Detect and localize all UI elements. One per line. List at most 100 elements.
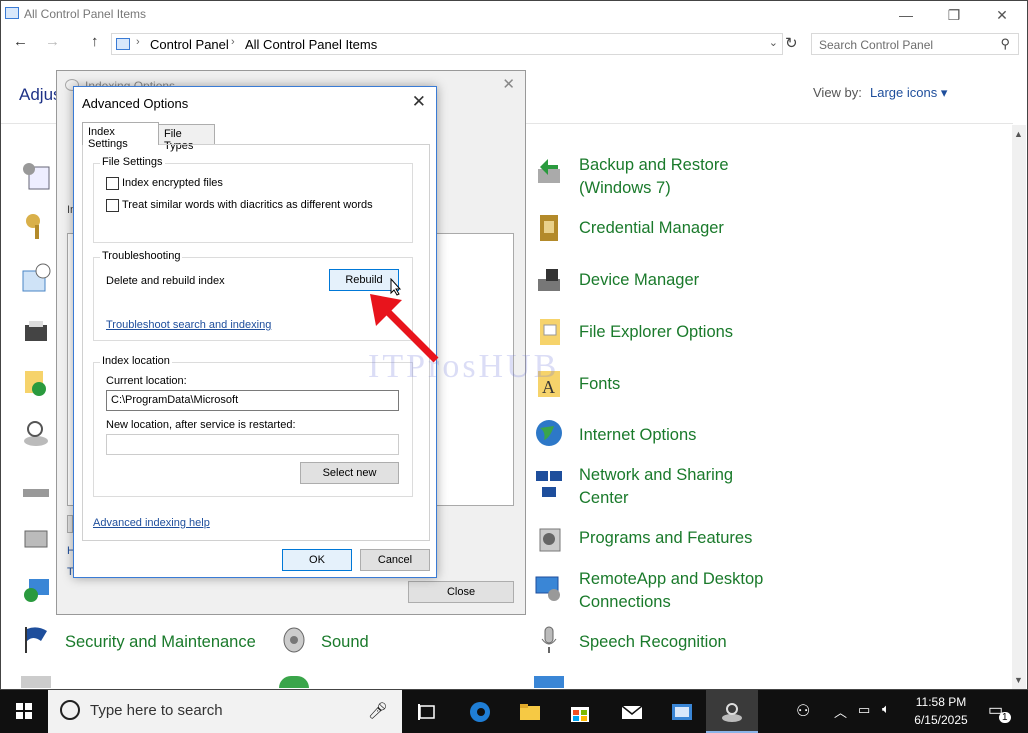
security-flag-icon[interactable] [21,625,51,655]
volume-icon[interactable]: 🔈︎ [882,701,890,717]
chevron-right-icon[interactable]: › [231,36,235,48]
close-icon[interactable]: ✕ [502,75,515,93]
up-icon[interactable]: ↑ [91,33,99,50]
microphone-icon[interactable]: 🎤︎ [368,701,388,721]
window-title: All Control Panel Items [24,7,147,21]
close-dialog-button[interactable]: Close [408,581,514,603]
network-sharing-icon[interactable] [534,469,564,499]
device-manager-icon[interactable] [534,265,564,295]
sync-center-icon[interactable] [279,676,309,688]
file-history-icon[interactable] [21,367,51,397]
sound-icon[interactable] [279,625,309,655]
navigation-bar: ← → ↑ › Control Panel › All Control Pane… [1,31,1027,57]
select-new-button[interactable]: Select new [300,462,399,484]
keys-icon[interactable] [21,211,51,241]
tab-index-settings[interactable]: Index Settings [82,122,159,150]
storage-spaces-icon[interactable] [21,676,51,688]
search-input[interactable]: Search Control Panel ⚲ [811,33,1019,55]
control-panel-icon [5,7,19,19]
minimize-button[interactable]: — [883,1,929,29]
scroll-down-icon[interactable]: ▼ [1014,675,1023,685]
item-internet-options[interactable]: Internet Options [579,424,696,447]
index-encrypted-checkbox[interactable] [106,177,119,190]
address-bar[interactable]: › Control Panel › All Control Panel Item… [111,33,783,55]
clock[interactable]: 11:58 PM 6/15/2025 [906,693,976,729]
programs-features-icon[interactable] [534,523,564,553]
ok-button[interactable]: OK [282,549,352,571]
people-icon[interactable]: ⚇ [796,701,810,721]
item-sound[interactable]: Sound [321,631,369,654]
index-encrypted-label[interactable]: Index encrypted files [122,177,223,189]
new-location-label: New location, after service is restarted… [106,419,296,431]
tab-file-types[interactable]: File Types [158,124,215,152]
item-device-manager[interactable]: Device Manager [579,269,699,292]
close-icon[interactable]: ✕ [412,92,426,112]
date-time-icon[interactable] [21,263,51,293]
task-view-icon[interactable] [416,700,440,724]
system-icon[interactable] [534,676,564,688]
admin-tools-icon[interactable] [21,161,51,191]
refresh-icon[interactable]: ↻ [785,34,803,54]
item-programs-features[interactable]: Programs and Features [579,527,752,550]
rebuild-button[interactable]: Rebuild [329,269,399,291]
scroll-up-icon[interactable]: ▲ [1014,129,1023,139]
notification-count-badge: 1 [999,712,1011,723]
cancel-button[interactable]: Cancel [360,549,430,571]
forward-icon[interactable]: → [45,33,60,50]
diacritics-checkbox[interactable] [106,199,119,212]
network-icon[interactable]: ▭ [858,702,870,718]
taskbar: Type here to search 🎤︎ ⚇ ︿ ▭ 🔈︎ 11:58 PM… [0,690,1028,733]
item-file-explorer-options[interactable]: File Explorer Options [579,321,733,344]
close-button[interactable]: ✕ [979,1,1025,29]
indexing-options-taskbar-button[interactable] [706,690,758,733]
index-location-legend: Index location [100,355,172,367]
remoteapp-icon[interactable] [534,573,564,603]
edge-icon[interactable] [468,700,492,724]
troubleshoot-search-link[interactable]: Troubleshoot search and indexing [106,319,271,331]
mail-icon[interactable] [620,700,644,724]
control-panel-icon [116,38,130,50]
item-backup-restore[interactable]: Backup and Restore (Windows 7) [579,154,729,200]
file-settings-legend: File Settings [100,156,165,168]
item-credential-manager[interactable]: Credential Manager [579,217,724,240]
vertical-scrollbar[interactable]: ▲ ▼ [1012,125,1026,689]
breadcrumb-control-panel[interactable]: Control Panel [150,37,229,52]
item-remoteapp[interactable]: RemoteApp and Desktop Connections [579,568,763,614]
file-explorer-options-icon[interactable] [534,317,564,347]
search-icon[interactable]: ⚲ [1000,36,1010,52]
store-icon[interactable] [568,700,592,724]
file-explorer-icon[interactable] [518,700,542,724]
index-location-group: Index location Current location: C:\Prog… [93,355,413,497]
devices-printers-icon[interactable] [21,317,51,347]
view-by-label: View by: [813,85,862,100]
diacritics-label[interactable]: Treat similar words with diacritics as d… [122,199,373,211]
advanced-indexing-help-link[interactable]: Advanced indexing help [93,517,210,529]
chevron-right-icon[interactable]: › [136,36,140,48]
clock-date: 6/15/2025 [914,713,968,727]
item-speech-recognition[interactable]: Speech Recognition [579,631,727,654]
item-network-sharing[interactable]: Network and Sharing Center [579,464,733,510]
watermark: ITProsHUB [368,348,560,385]
item-security-maintenance[interactable]: Security and Maintenance [65,631,256,654]
item-fonts[interactable]: Fonts [579,373,620,396]
back-icon[interactable]: ← [13,33,28,50]
keyboard-icon[interactable] [21,477,51,507]
view-by-dropdown[interactable]: Large icons ▾ [870,85,947,101]
indexing-options-icon[interactable] [21,419,51,449]
indexing-taskbar-icon [722,703,742,722]
phone-modem-icon[interactable] [21,523,51,553]
taskbar-search-input[interactable]: Type here to search 🎤︎ [48,690,402,733]
recovery-icon[interactable] [21,575,51,605]
search-placeholder: Search Control Panel [819,38,934,52]
windows-start-icon[interactable] [0,690,48,733]
backup-restore-icon[interactable] [534,157,564,187]
chevron-up-icon[interactable]: ︿ [834,702,847,721]
microphone-icon[interactable] [534,625,564,655]
internet-options-icon[interactable] [534,418,564,448]
credential-manager-icon[interactable] [534,213,564,243]
chevron-down-icon[interactable]: ⌄ [769,36,778,49]
delete-rebuild-label: Delete and rebuild index [106,275,225,287]
breadcrumb-all-items[interactable]: All Control Panel Items [245,37,377,52]
control-panel-taskbar-icon[interactable] [670,700,694,724]
restore-button[interactable]: ❐ [931,1,977,29]
